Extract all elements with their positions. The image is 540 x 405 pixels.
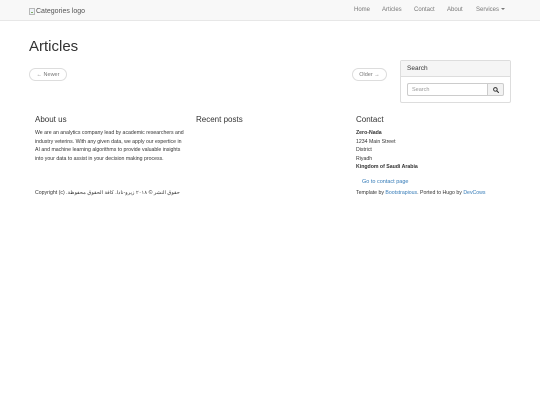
copyright: Copyright (c) حقوق النشر © ٢٠١٨ زيرو-ناد… xyxy=(35,190,180,196)
about-heading: About us xyxy=(35,115,67,124)
contact-page-link[interactable]: Go to contact page xyxy=(362,179,408,185)
recent-posts-heading: Recent posts xyxy=(196,115,243,124)
contact-street: 1234 Main Street xyxy=(356,138,396,145)
about-text: We are an analytics company lead by acad… xyxy=(35,130,184,162)
credits-middle: . Ported to Hugo by xyxy=(417,190,462,196)
bootstrapious-link[interactable]: Bootstrapious xyxy=(385,190,417,196)
search-button[interactable] xyxy=(488,83,504,96)
nav-contact[interactable]: Contact xyxy=(414,7,435,13)
page-title: Articles xyxy=(29,38,79,55)
credits: Template by Bootstrapious. Ported to Hug… xyxy=(356,190,486,196)
newer-button[interactable]: ← Newer xyxy=(29,68,67,81)
copyright-arabic: حقوق النشر © ٢٠١٨ زيرو-نادا. كافة الحقوق… xyxy=(66,190,180,196)
chevron-down-icon xyxy=(501,8,506,11)
nav-home[interactable]: Home xyxy=(354,7,370,13)
search-icon xyxy=(492,86,499,93)
search-panel: Search xyxy=(400,60,511,103)
contact-city: Riyadh xyxy=(356,155,373,162)
search-form xyxy=(407,83,504,96)
contact-district: District xyxy=(356,147,372,153)
copyright-prefix: Copyright (c) xyxy=(35,190,65,196)
nav-services-label: Services xyxy=(476,7,500,13)
contact-address: Zero-Nada 1234 Main Street District Riya… xyxy=(356,129,418,172)
devcows-link[interactable]: DevCows xyxy=(463,190,485,196)
nav-services[interactable]: Services xyxy=(476,7,506,13)
broken-image-icon xyxy=(29,7,35,15)
contact-country: Kingdom of Saudi Arabia xyxy=(356,164,418,170)
credits-prefix: Template by xyxy=(356,190,384,196)
contact-heading: Contact xyxy=(356,115,384,124)
contact-company: Zero-Nada xyxy=(356,130,382,136)
search-panel-heading: Search xyxy=(401,61,510,77)
nav-about[interactable]: About xyxy=(447,7,463,13)
brand-logo[interactable]: Categories logo xyxy=(29,6,85,16)
search-input[interactable] xyxy=(407,83,488,96)
older-button[interactable]: Older → xyxy=(352,68,387,81)
logo-alt-text: Categories logo xyxy=(36,7,86,15)
nav-articles[interactable]: Articles xyxy=(382,7,402,13)
navbar: Categories logo Home Articles Contact Ab… xyxy=(0,0,540,21)
